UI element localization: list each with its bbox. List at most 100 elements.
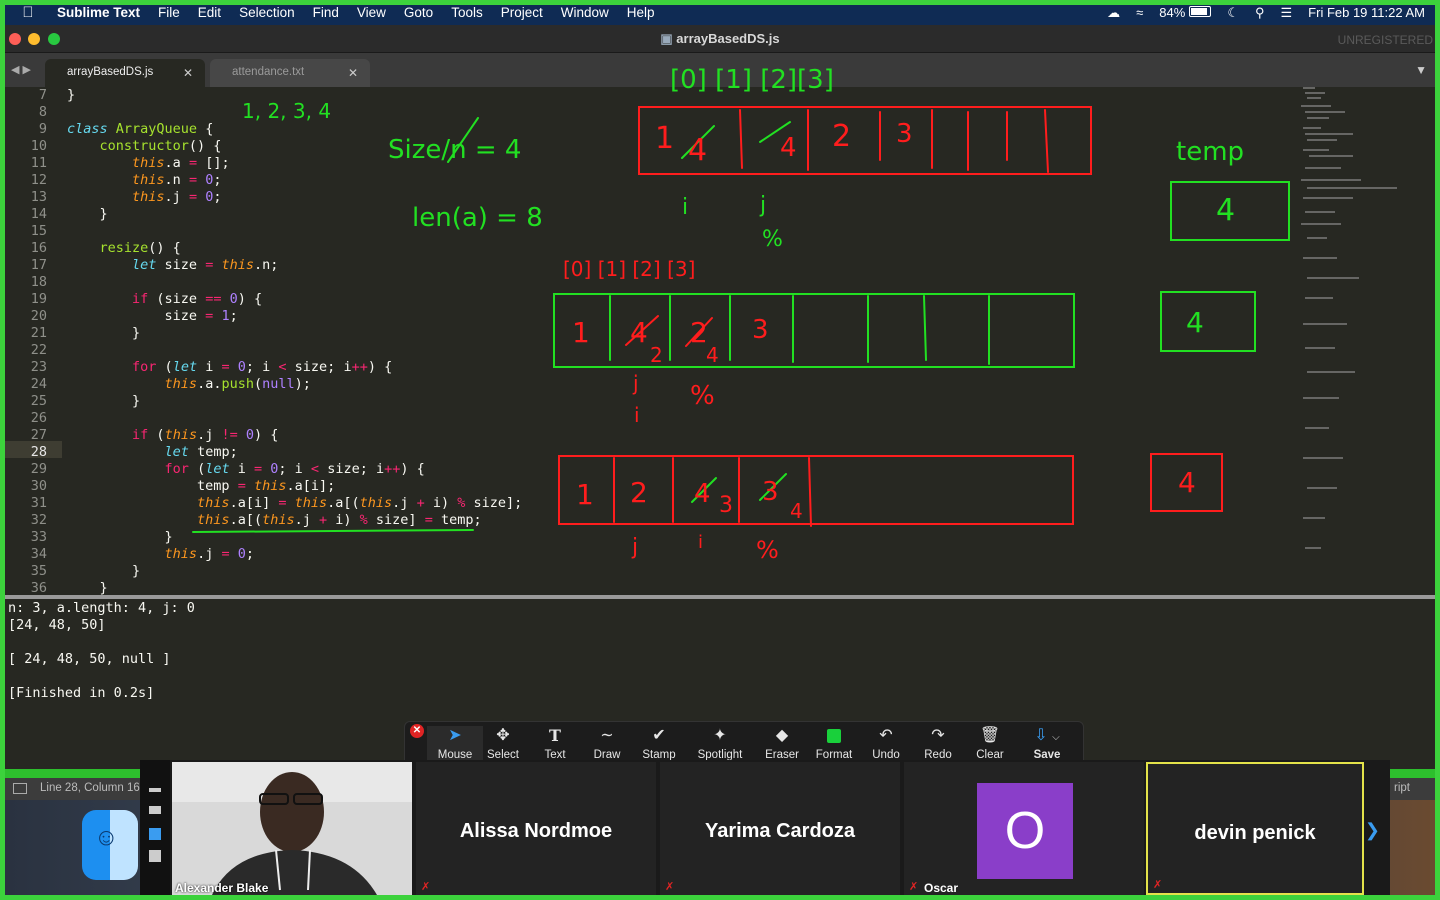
close-tab-icon[interactable]: ✕ — [183, 66, 193, 80]
tool-format[interactable]: Format — [806, 726, 862, 764]
line-number: 26 — [30, 410, 47, 426]
line-number: 15 — [30, 223, 47, 239]
code-line[interactable]: class ArrayQueue { — [67, 121, 213, 138]
code-line[interactable]: } — [67, 393, 140, 410]
tool-stamp[interactable]: ✔ Stamp — [631, 726, 687, 764]
window-title-text: arrayBasedDS.js — [676, 31, 780, 46]
tool-text[interactable]: T Text — [527, 726, 583, 764]
webcam-feed — [172, 762, 412, 895]
menu-window[interactable]: Window — [561, 5, 609, 20]
battery-icon — [1189, 6, 1212, 17]
code-line[interactable]: temp = this.a[i]; — [67, 478, 335, 495]
code-editor[interactable]: 7 8 9 10 11 12 13 14 15 16 17 18 19 20 21 22 23 24 25 26 27 2… — [5, 87, 1435, 595]
tool-save[interactable]: ⇩ ⌵ Save — [1019, 726, 1075, 764]
menu-edit[interactable]: Edit — [198, 5, 221, 20]
participant-tile-video[interactable]: Alexander Blake — [172, 762, 412, 895]
code-line[interactable]: for (let i = 0; i < size; i++) { — [67, 461, 425, 478]
tool-redo[interactable]: ↷ Redo — [910, 726, 966, 764]
code-line[interactable]: let size = this.n; — [67, 257, 278, 274]
code-line[interactable]: this.a.push(null); — [67, 376, 311, 393]
line-number: 19 — [30, 291, 47, 307]
code-line[interactable]: this.a[i] = this.a[(this.j + i) % size]; — [67, 495, 522, 512]
code-line[interactable]: resize() { — [67, 240, 181, 257]
battery-status[interactable]: 84% — [1159, 5, 1212, 20]
wifi-icon[interactable]: ≈ — [1136, 5, 1143, 20]
code-line[interactable]: } — [67, 580, 108, 595]
tab-attendance[interactable]: attendance.txt ✕ — [210, 59, 370, 87]
tab-label: arrayBasedDS.js — [67, 66, 154, 78]
menu-file[interactable]: File — [158, 5, 180, 20]
menu-help[interactable]: Help — [627, 5, 655, 20]
menu-find[interactable]: Find — [313, 5, 339, 20]
line-number: 9 — [38, 121, 47, 137]
tab-nav-arrows-icon[interactable]: ◀▶ — [11, 63, 34, 76]
participant-name: Oscar — [924, 881, 959, 895]
close-toolbar-icon[interactable]: ✕ — [410, 724, 424, 738]
grid-view-icon[interactable] — [149, 850, 161, 862]
participant-tile-speaking[interactable]: devin penick ✗ — [1146, 762, 1364, 895]
line-number-gutter: 7 8 9 10 11 12 13 14 15 16 17 18 19 20 21 22 23 24 25 26 27 2… — [5, 87, 55, 595]
code-line[interactable]: this.n = 0; — [67, 172, 221, 189]
code-line[interactable]: constructor() { — [67, 138, 222, 155]
participant-name: Alexander Blake — [175, 881, 269, 895]
line-number: 27 — [30, 427, 47, 443]
menu-goto[interactable]: Goto — [404, 5, 433, 20]
syntax-selector[interactable]: ript — [1394, 782, 1410, 794]
menu-selection[interactable]: Selection — [239, 5, 295, 20]
participant-tile[interactable]: O ✗ Oscar — [904, 762, 1144, 895]
panel-toggle-icon[interactable] — [13, 783, 27, 794]
code-line[interactable]: } — [67, 529, 173, 546]
tab-arraybasedds[interactable]: arrayBasedDS.js ✕ — [45, 59, 205, 87]
tool-select[interactable]: ✥ Select — [475, 726, 531, 764]
code-line[interactable]: for (let i = 0; i < size; i++) { — [67, 359, 392, 376]
tool-spotlight[interactable]: ✦ Spotlight — [689, 726, 751, 764]
code-line[interactable]: this.j = 0; — [67, 189, 221, 206]
strip-list-icon[interactable] — [149, 828, 161, 840]
search-icon[interactable]: ⚲ — [1255, 5, 1265, 21]
tool-clear[interactable]: 🗑 Clear — [962, 726, 1018, 764]
code-line[interactable]: } — [67, 563, 140, 580]
cursor-position[interactable]: Line 28, Column 16 — [40, 782, 140, 794]
window-titlebar: ▣ arrayBasedDS.js UNREGISTERED — [5, 25, 1435, 53]
tab-dropdown-icon[interactable]: ▼ — [1415, 63, 1427, 77]
code-line[interactable]: if (this.j != 0) { — [67, 427, 278, 444]
menu-app-name[interactable]: Sublime Text — [57, 5, 140, 20]
line-number: 10 — [30, 138, 47, 154]
move-icon: ✥ — [496, 727, 510, 744]
finder-icon[interactable]: ☺ — [82, 810, 138, 880]
tool-undo[interactable]: ↶ Undo — [858, 726, 914, 764]
text-icon: T — [549, 726, 561, 745]
code-line[interactable]: this.a[(this.j + i) % size] = temp; — [67, 512, 482, 529]
code-line[interactable]: } — [67, 87, 75, 104]
line-number: 16 — [30, 240, 47, 256]
apple-icon[interactable]:  — [17, 4, 39, 21]
participant-tile[interactable]: Yarima Cardoza ✗ — [660, 762, 900, 895]
code-line[interactable]: } — [67, 325, 140, 342]
next-page-icon[interactable]: ❯ — [1365, 820, 1380, 841]
tool-draw[interactable]: ∼ Draw — [579, 726, 635, 764]
code-line[interactable]: if (size == 0) { — [67, 291, 262, 308]
moon-icon[interactable]: ☾ — [1227, 5, 1239, 21]
code-line[interactable]: size = 1; — [67, 308, 238, 325]
code-line[interactable]: this.a = []; — [67, 155, 230, 172]
code-line[interactable]: let temp; — [67, 444, 238, 461]
close-tab-icon[interactable]: ✕ — [348, 66, 358, 80]
menu-view[interactable]: View — [357, 5, 386, 20]
minimap[interactable] — [1295, 87, 1405, 567]
clock[interactable]: Fri Feb 19 11:22 AM — [1308, 5, 1425, 20]
minimize-strip-icon[interactable] — [149, 788, 161, 792]
code-line[interactable]: this.j = 0; — [67, 546, 254, 563]
line-number: 7 — [38, 87, 47, 103]
line-number: 14 — [30, 206, 47, 222]
line-number: 35 — [30, 563, 47, 579]
tool-eraser[interactable]: ◆ Eraser — [754, 726, 810, 764]
code-line[interactable]: } — [67, 206, 108, 223]
video-strip-controls[interactable] — [140, 760, 170, 895]
participant-tile[interactable]: Alissa Nordmoe ✗ — [416, 762, 656, 895]
menubar:  Sublime Text File Edit Selection Find … — [5, 0, 1435, 25]
menu-tools[interactable]: Tools — [451, 5, 483, 20]
control-center-icon[interactable]: ☰ — [1281, 5, 1293, 21]
strip-view-icon[interactable] — [149, 806, 161, 814]
cloud-icon[interactable]: ☁ — [1107, 5, 1120, 21]
menu-project[interactable]: Project — [501, 5, 543, 20]
